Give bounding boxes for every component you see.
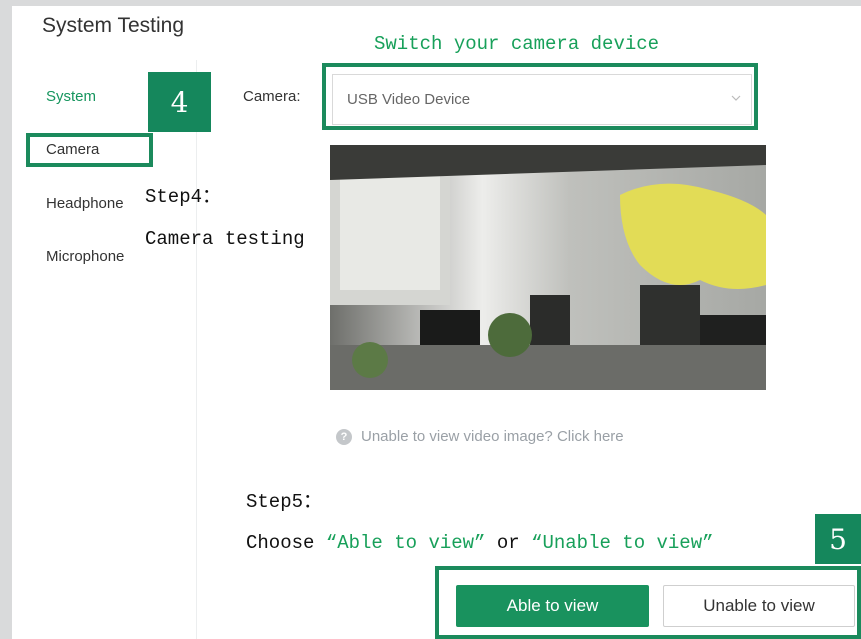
step4-description: Camera testing [145,228,305,250]
camera-preview-image [330,145,766,390]
camera-label: Camera: [243,88,301,105]
sidebar-item-system[interactable]: System [46,88,96,105]
sidebar-item-microphone[interactable]: Microphone [46,248,124,265]
step5-title: Step5： [246,491,323,513]
question-circle-icon: ? [336,428,352,445]
step5-option-unable: “Unable to view” [531,532,714,554]
video-help-link[interactable]: ? Unable to view video image? Click here [336,428,624,445]
switch-camera-caption: Switch your camera device [374,33,660,55]
step5-description: Choose “Able to view” or “Unable to view… [246,532,714,554]
step5-or: or [485,532,532,554]
page-title: System Testing [42,14,185,37]
sidebar-item-headphone[interactable]: Headphone [46,195,124,212]
step5-prefix: Choose [246,532,326,554]
sidebar-divider [196,60,197,639]
step-5-badge: 5 [815,514,861,564]
step5-option-able: “Able to view” [325,532,486,554]
help-link-text: Unable to view video image? Click here [361,428,624,445]
step-4-badge: 4 [148,72,211,132]
camera-video-preview [330,145,766,390]
step4-title: Step4： [145,186,222,208]
camera-select-highlight [322,63,758,130]
camera-nav-highlight [26,133,153,167]
buttons-highlight [435,566,861,639]
system-testing-dialog: System Testing System Camera Headphone M… [0,0,861,639]
